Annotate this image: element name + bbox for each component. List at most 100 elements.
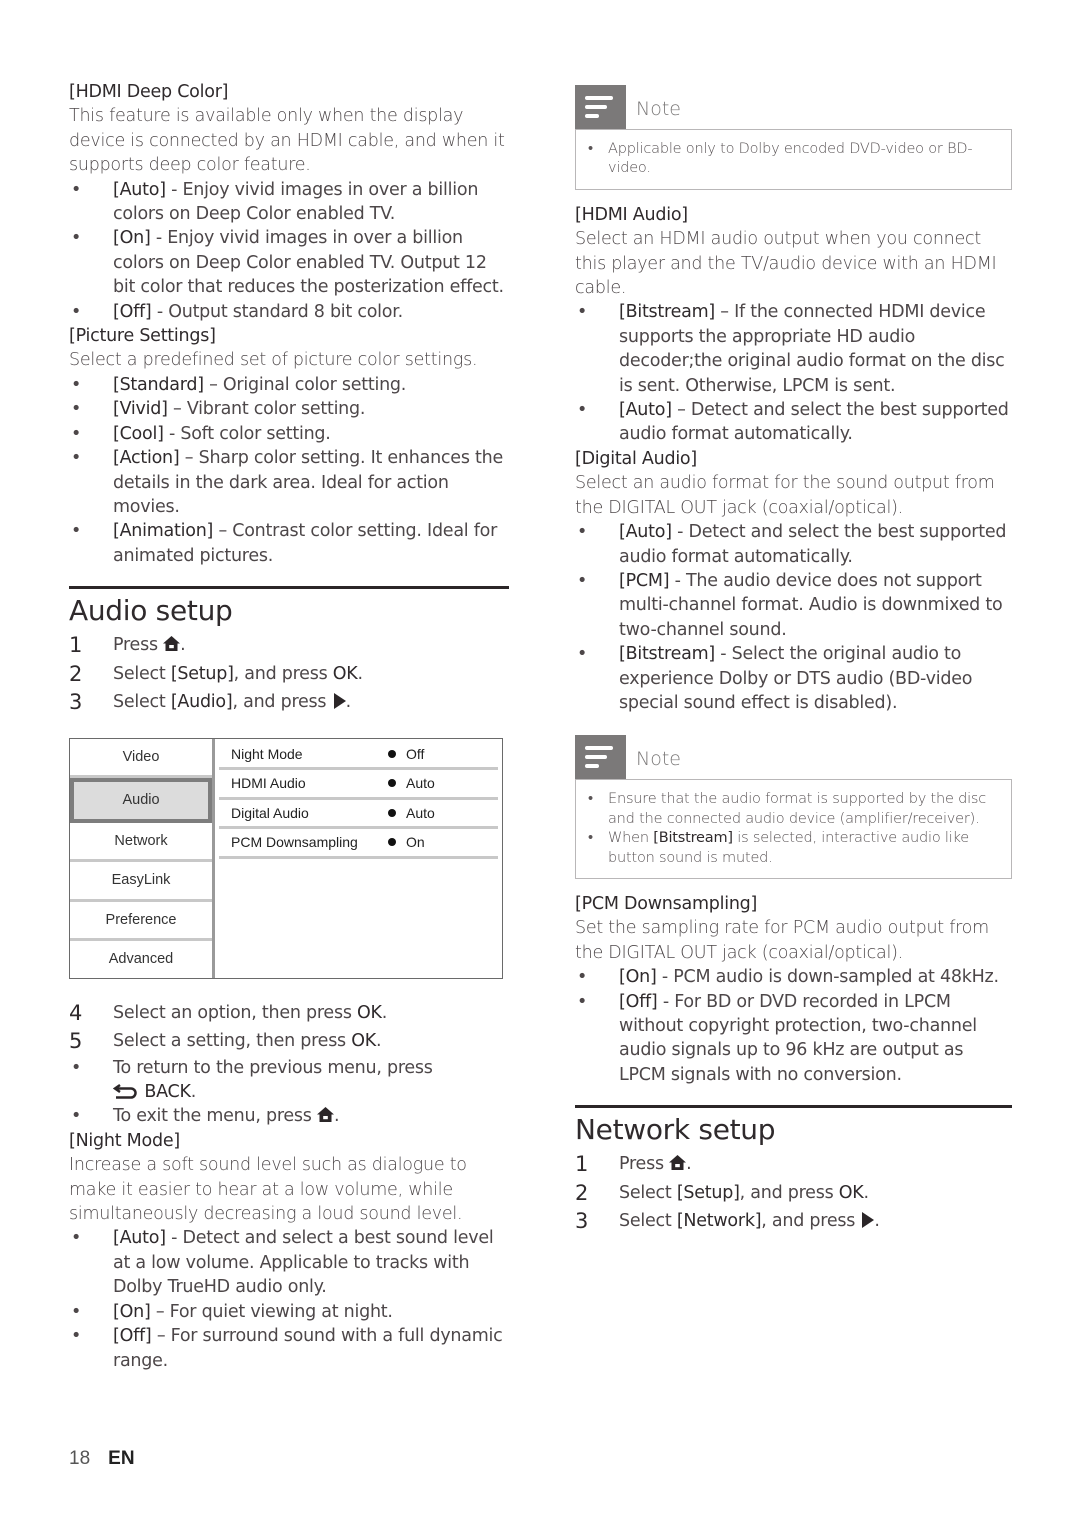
- menu-tab-network[interactable]: Network: [70, 822, 212, 863]
- digital-audio-title: [Digital Audio]: [575, 448, 697, 469]
- step-item: 2 Select [Setup], and press OK.: [69, 660, 509, 689]
- option-key: [Animation]: [113, 521, 214, 542]
- home-icon: [669, 1155, 687, 1171]
- option-item: • [PCM] - The audio device does not suppo…: [575, 569, 1015, 642]
- hdmi-deep-color-options: • [Auto] - Enjoy vivid images in over a b…: [69, 178, 509, 324]
- step-number: 1: [575, 1152, 589, 1177]
- language-code: EN: [108, 1448, 135, 1469]
- bullet-marker: •: [71, 1301, 82, 1322]
- bullet-marker: •: [588, 141, 593, 157]
- hdmi-audio-section: [HDMI Audio] Select an HDMI audio output…: [575, 203, 1015, 447]
- note-text: When: [608, 830, 654, 847]
- option-key: [On]: [619, 967, 657, 988]
- option-key: [Auto]: [619, 400, 672, 421]
- night-mode-section: [Night Mode] Increase a soft sound level…: [69, 1129, 509, 1373]
- step-item: 1 Press .: [575, 1150, 1015, 1179]
- hdmi-deep-color-title: [HDMI Deep Color]: [69, 82, 229, 102]
- option-desc: - Soft color setting.: [163, 423, 331, 444]
- pcm-downsampling-title: [PCM Downsampling]: [575, 893, 758, 914]
- option-key: [Off]: [619, 991, 658, 1012]
- menu-option-label: Night Mode: [231, 745, 303, 762]
- step-text: .: [863, 1182, 870, 1203]
- section-divider: [575, 1105, 1012, 1109]
- audio-setup-menu-screenshot: Video Audio Network EasyLink Preference Advan…: [69, 737, 503, 979]
- option-desc: – For quiet viewing at night.: [150, 1301, 393, 1322]
- option-key: [Bitstream]: [619, 302, 715, 323]
- bullet-marker: •: [588, 830, 593, 847]
- note-box-dolby: Note • Applicable only to Dolby encoded DV…: [575, 85, 1012, 190]
- option-desc: – Original color setting.: [203, 374, 407, 395]
- note-key: [Bitstream]: [653, 830, 733, 847]
- picture-settings-options: • [Standard] – Original color setting. • [V…: [69, 373, 509, 568]
- option-key: [Bitstream]: [619, 644, 715, 665]
- menu-tab-easylink[interactable]: EasyLink: [70, 862, 212, 902]
- step-key: OK: [838, 1182, 864, 1203]
- menu-option-row[interactable]: Digital Audio Auto: [219, 800, 498, 830]
- step-key: OK: [351, 1031, 377, 1052]
- note-header: Note: [575, 85, 1012, 129]
- option-key: [On]: [113, 228, 151, 249]
- step-number: 3: [575, 1209, 589, 1234]
- bullet-marker: •: [577, 302, 588, 323]
- hdmi-audio-title: [HDMI Audio]: [575, 204, 688, 225]
- audio-setup-sub-bullets: • To return to the previous menu, press B…: [69, 1056, 509, 1129]
- menu-tab-audio[interactable]: Audio: [70, 778, 212, 823]
- left-column: [HDMI Deep Color] This feature is availa…: [69, 80, 509, 1373]
- option-desc: - Enjoy vivid images in over a billion c…: [113, 228, 504, 298]
- bullet-marker: •: [71, 399, 82, 420]
- step-text: Press: [619, 1154, 670, 1175]
- bullet-marker: •: [577, 991, 588, 1012]
- audio-setup-steps: 1 Press . 2 Select [Setup], and press OK. 3 S…: [69, 631, 509, 717]
- option-key: [Vivid]: [113, 399, 168, 420]
- step-key: OK: [357, 1002, 382, 1023]
- option-item: • [Standard] – Original color setting.: [69, 373, 509, 397]
- step-text: .: [874, 1211, 880, 1232]
- note-body: • Applicable only to Dolby encoded DVD-vi…: [575, 129, 1012, 190]
- option-key: [Standard]: [113, 374, 204, 395]
- bullet-marker: •: [71, 1106, 82, 1127]
- bullet-marker: •: [71, 1326, 82, 1347]
- step-text: Select: [619, 1182, 677, 1203]
- selected-value-dot-icon: [388, 808, 396, 817]
- option-key: [Cool]: [113, 423, 164, 444]
- bullet-marker: •: [71, 301, 82, 322]
- step-text: .: [333, 1106, 340, 1127]
- menu-option-row[interactable]: HDMI Audio Auto: [219, 770, 498, 800]
- option-key: [PCM]: [619, 570, 670, 591]
- step-text: .: [180, 635, 186, 656]
- note-text: Ensure that the audio format is supporte…: [608, 791, 987, 827]
- menu-option-value: Auto: [406, 804, 435, 821]
- option-item: • [Auto] - Detect and select a best sound…: [69, 1226, 509, 1299]
- menu-tab-preference[interactable]: Preference: [70, 901, 212, 942]
- home-icon: [163, 636, 181, 652]
- digital-audio-options: • [Auto] - Detect and select the best sup…: [575, 520, 1015, 715]
- bullet-marker: •: [71, 448, 82, 469]
- menu-tab-video[interactable]: Video: [70, 738, 212, 779]
- digital-audio-section: [Digital Audio] Select an audio format f…: [575, 447, 1015, 715]
- menu-option-row[interactable]: Night Mode Off: [219, 741, 498, 771]
- selected-value-dot-icon: [388, 749, 396, 758]
- bullet-marker: •: [71, 1057, 82, 1078]
- note-box-audio-format: Note • Ensure that the audio format is sup…: [575, 735, 1012, 879]
- picture-settings-desc: Select a predefined set of picture color…: [69, 350, 478, 371]
- menu-tab-advanced[interactable]: Advanced: [70, 941, 212, 978]
- audio-setup-steps-continued: 4 Select an option, then press OK. 5 Select…: [69, 999, 509, 1056]
- step-text: To return to the previous menu, press: [113, 1057, 433, 1078]
- menu-options: Night Mode Off HDMI Audio Auto Digital Audio…: [215, 739, 502, 978]
- option-item: • [Cool] - Soft color setting.: [69, 422, 509, 446]
- bullet-marker: •: [577, 400, 588, 421]
- step-key: [Network]: [676, 1211, 762, 1232]
- option-desc: - Detect and select a best sound level a…: [113, 1228, 494, 1298]
- step-number: 2: [575, 1180, 589, 1205]
- step-key: [Setup]: [170, 663, 234, 684]
- note-item: • Ensure that the audio format is support…: [588, 790, 997, 829]
- option-item: • [Bitstream] – If the connected HDMI dev…: [575, 300, 1015, 398]
- option-key: [Auto]: [619, 522, 672, 543]
- hdmi-deep-color-desc: This feature is available only when the …: [69, 106, 505, 176]
- option-item: • [Auto] - Enjoy vivid images in over a b…: [69, 178, 509, 227]
- note-title: Note: [636, 98, 681, 120]
- option-item: • [Auto] - Detect and select the best sup…: [575, 520, 1015, 569]
- menu-option-row[interactable]: PCM Downsampling On: [219, 829, 498, 859]
- page-footer: 18 EN: [69, 1448, 135, 1470]
- step-key: [Setup]: [676, 1182, 740, 1203]
